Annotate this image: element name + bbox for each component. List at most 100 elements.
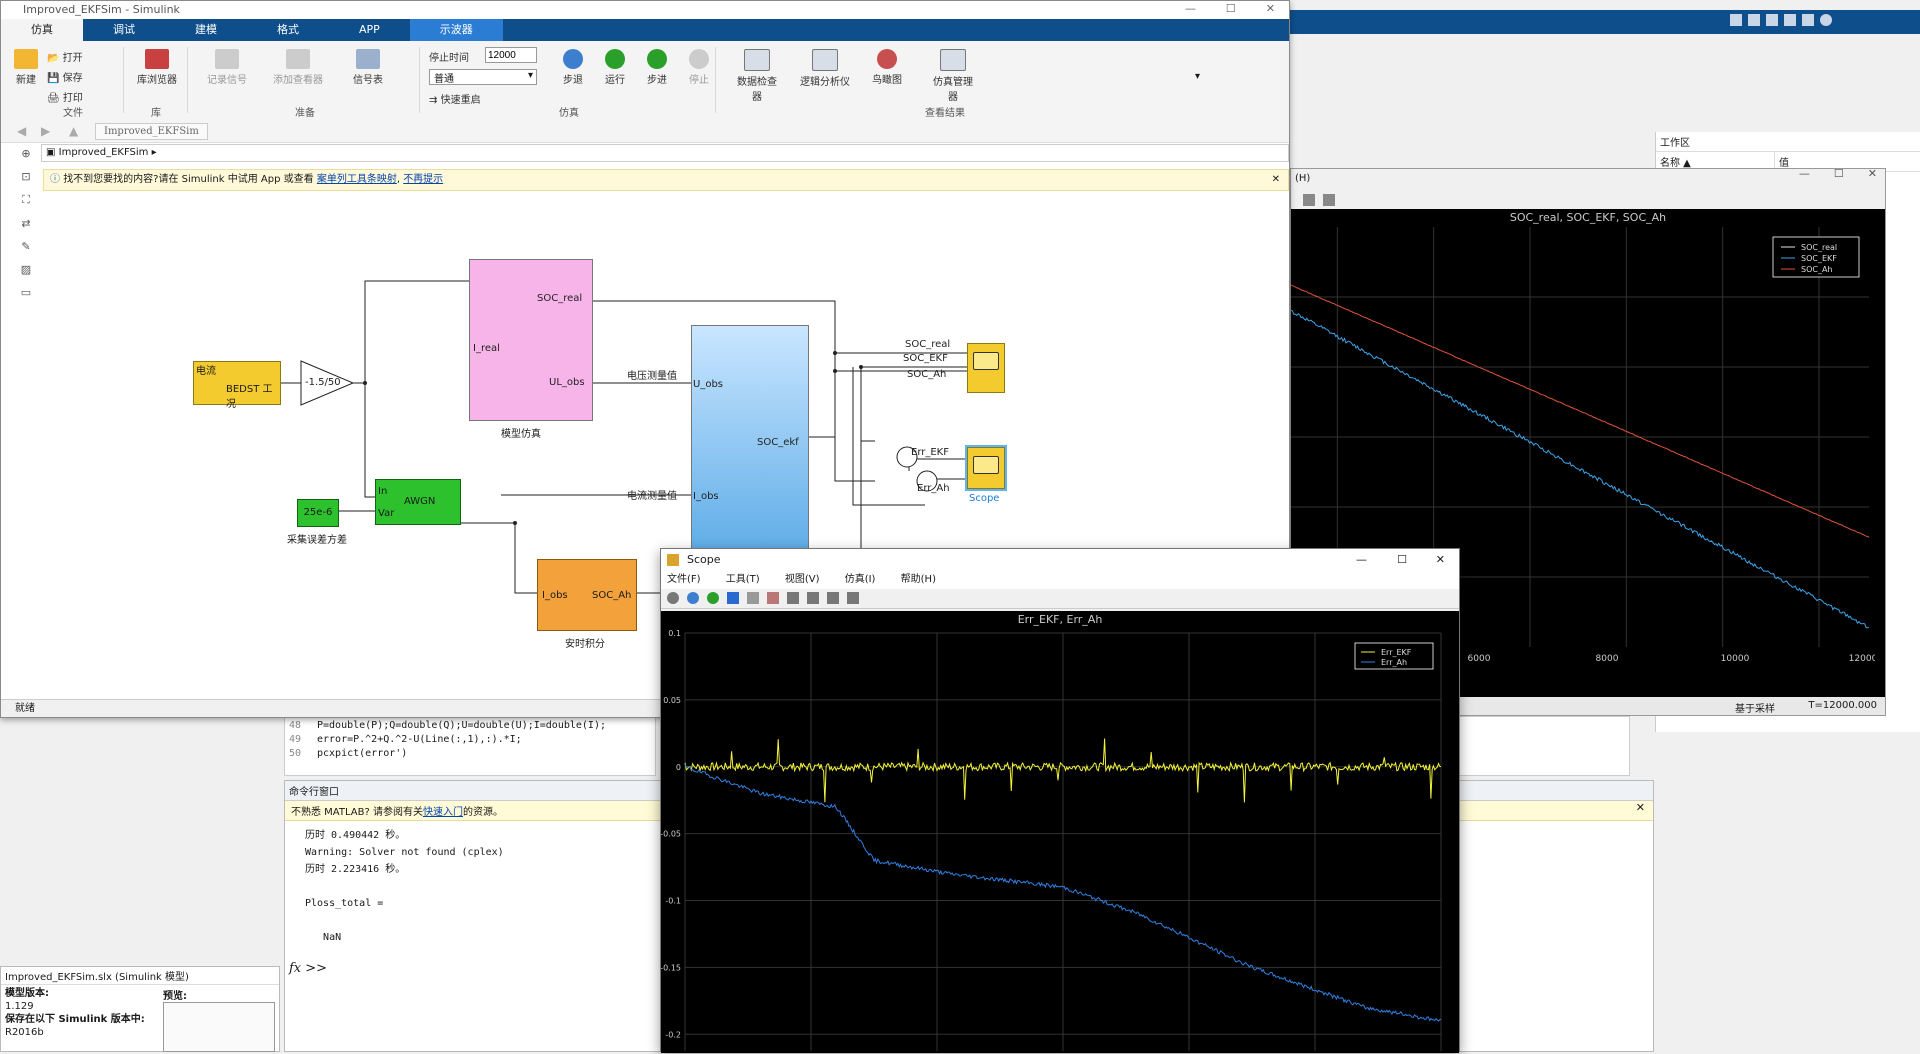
scope1-menu[interactable]: (H) [1291,169,1885,191]
tab-debug[interactable]: 调试 [83,19,165,41]
cut-icon[interactable] [1748,14,1760,26]
x-tick-label: 12000 [1849,654,1875,664]
stop-button[interactable]: 停止 [681,49,717,86]
minimize-icon[interactable]: — [1185,2,1196,15]
run-icon [605,49,625,69]
fast-restart-button[interactable]: ⇉ 快速重启 [429,91,481,106]
edit-icon[interactable] [847,592,859,604]
fit-icon[interactable] [807,592,819,604]
save-icon[interactable] [1730,14,1742,26]
breadcrumb[interactable]: Improved_EKFSim [59,147,149,158]
model-sim-block[interactable] [469,259,593,421]
ekf-out: SOC_ekf [757,437,799,448]
notice-link[interactable]: 案单列工具条映射 [317,174,397,185]
dont-show-link[interactable]: 不再提示 [403,174,443,185]
close-icon[interactable]: ✕ [1272,170,1280,190]
ribbon-expand-icon[interactable]: ▾ [1195,71,1200,82]
menu-help[interactable]: 帮助(H) [901,574,936,585]
cursor-icon[interactable] [827,592,839,604]
command-prompt[interactable]: fx >> [289,961,327,976]
signal-table-button[interactable]: 信号表 [341,49,395,86]
back-icon[interactable]: ◀ [17,124,26,138]
tab-format[interactable]: 格式 [247,19,329,41]
run-icon[interactable] [707,592,719,604]
area-icon[interactable]: ▭ [21,286,31,299]
tab-modeling[interactable]: 建模 [165,19,247,41]
birds-eye-button[interactable]: 鸟瞰图 [867,49,907,86]
fit-view-icon[interactable]: ⛶ [22,193,30,207]
save-icon: 💾 [47,73,60,84]
library-browser-button[interactable]: 库浏览器 [133,49,181,86]
zoom-icon[interactable] [1303,194,1315,206]
editor-line[interactable]: 49 error=P.^2+Q.^2-U(Line(:,1),:).*I; [289,733,651,747]
err-scope-block[interactable] [965,445,1007,491]
print-button[interactable]: 🖨 打印 [47,89,83,104]
redo-icon[interactable] [1802,14,1814,26]
constant-block[interactable]: 25e-6 [297,499,339,527]
menu-tools[interactable]: 工具(T) [726,574,760,585]
menu-view[interactable]: 视图(V) [785,574,820,585]
stop-icon[interactable] [747,592,759,604]
autoscale-icon[interactable] [1323,194,1335,206]
tab-simulation[interactable]: 仿真 [1,19,83,41]
annotation-icon[interactable]: ✎ [21,240,30,253]
current-source-block[interactable]: 电流 BEDST 工况 [193,361,281,410]
scope1-plot-title: SOC_real, SOC_EKF, SOC_Ah [1509,211,1667,224]
logic-analyzer-button[interactable]: 逻辑分析仪 [797,49,853,88]
forward-icon[interactable]: ▶ [41,124,50,138]
step-back-button[interactable]: 步退 [555,49,591,86]
step-forward-icon[interactable] [727,592,739,604]
step-forward-button[interactable]: 步进 [639,49,675,86]
ampere-hour-block[interactable]: I_obs SOC_Ah [537,559,637,631]
save-button[interactable]: 💾 保存 [47,69,83,84]
settings-icon[interactable] [667,592,679,604]
close-icon[interactable]: ✕ [1436,549,1445,571]
ribbon: 新建 📂 打开 💾 保存 🖨 打印 文件 库浏览器 库 记录信号 添加查看器 信… [1,41,1289,122]
add-viewer-button[interactable]: 添加查看器 [263,49,333,86]
maximize-icon[interactable]: ☐ [1226,2,1236,15]
open-button[interactable]: 📂 打开 [47,49,83,64]
editor-line[interactable]: 50 pcxpict(error') [289,747,651,761]
maximize-icon[interactable]: ☐ [1397,549,1407,571]
image-icon[interactable]: ▨ [21,263,31,276]
menu-file[interactable]: 文件(F) [667,574,701,585]
up-icon[interactable]: ▲ [69,124,78,138]
scope2-plot-area[interactable]: Err_EKF, Err_Ah 0.1 0.05 0 -0.05 -0.1 -0.15 -0… [661,611,1459,1053]
signal-table-icon [356,49,380,69]
minimize-icon[interactable]: — [1799,167,1810,180]
maximize-icon[interactable]: ☐ [1834,167,1844,180]
menu-simulation[interactable]: 仿真(I) [845,574,876,585]
editor-line[interactable]: 48 P=double(P);Q=double(Q);U=double(U);I=… [289,719,651,733]
data-inspector-button[interactable]: 数据检查器 [737,49,777,103]
sim-manager-button[interactable]: 仿真管理器 [931,49,975,103]
help-icon[interactable] [1820,14,1832,26]
hide-icon[interactable]: ⊕ [21,147,30,160]
model-tab[interactable]: Improved_EKFSim [95,123,208,140]
undo-icon[interactable] [1784,14,1796,26]
stop-time-input[interactable] [485,47,537,63]
soc-scope-block[interactable] [967,343,1005,393]
arrow-icon[interactable]: ⇄ [21,217,30,230]
close-icon[interactable]: ✕ [1868,167,1877,180]
run-button[interactable]: 运行 [597,49,633,86]
awgn-block[interactable]: In AWGN Var [375,479,461,525]
sim-mode-select[interactable]: 普通 ▾ [429,69,537,85]
step-back-icon[interactable] [687,592,699,604]
copy-icon[interactable] [1766,14,1778,26]
close-icon[interactable]: ✕ [1266,2,1275,15]
y-tick-label: 0 [676,763,681,772]
zoom-icon[interactable]: ⊡ [21,170,30,183]
new-button[interactable]: 新建 [11,49,41,86]
tab-scope[interactable]: 示波器 [409,19,503,41]
close-notice-icon[interactable]: ✕ [1636,801,1645,814]
workspace-title: 工作区 [1656,132,1920,152]
source-title: 电流 [196,366,216,377]
zoom-icon[interactable] [787,592,799,604]
quickstart-link[interactable]: 快速入门 [423,807,463,818]
highlight-icon[interactable] [767,592,779,604]
minimize-icon[interactable]: — [1356,549,1367,571]
gain-block[interactable]: -1.5/50 [305,377,341,388]
log-signals-button[interactable]: 记录信号 [197,49,257,86]
tab-apps[interactable]: APP [329,19,410,41]
signal-soc-ah: SOC_Ah [907,369,947,380]
